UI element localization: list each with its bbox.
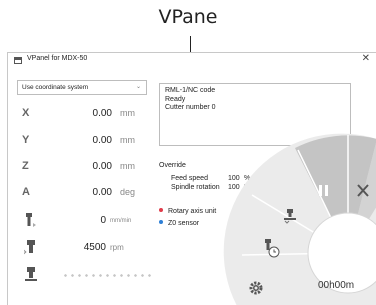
- pause-button[interactable]: [308, 171, 338, 211]
- callout-pointer: [190, 36, 191, 53]
- z-origin-icon: [284, 209, 296, 224]
- stop-icon: [357, 184, 369, 197]
- pause-icon: [319, 185, 328, 196]
- z-origin-button[interactable]: [276, 201, 304, 229]
- settings-button[interactable]: [242, 275, 270, 301]
- spindle-timer-button[interactable]: [255, 233, 285, 263]
- spindle-clock-icon: [265, 239, 280, 258]
- gear-icon: [249, 281, 263, 295]
- vpanel-window: VPanel for MDX-50 ✕ Use coordinate syste…: [7, 52, 376, 305]
- stop-button[interactable]: [346, 171, 376, 211]
- callout-caption: VPane: [158, 6, 218, 28]
- elapsed-timer: 00h00m: [318, 280, 355, 291]
